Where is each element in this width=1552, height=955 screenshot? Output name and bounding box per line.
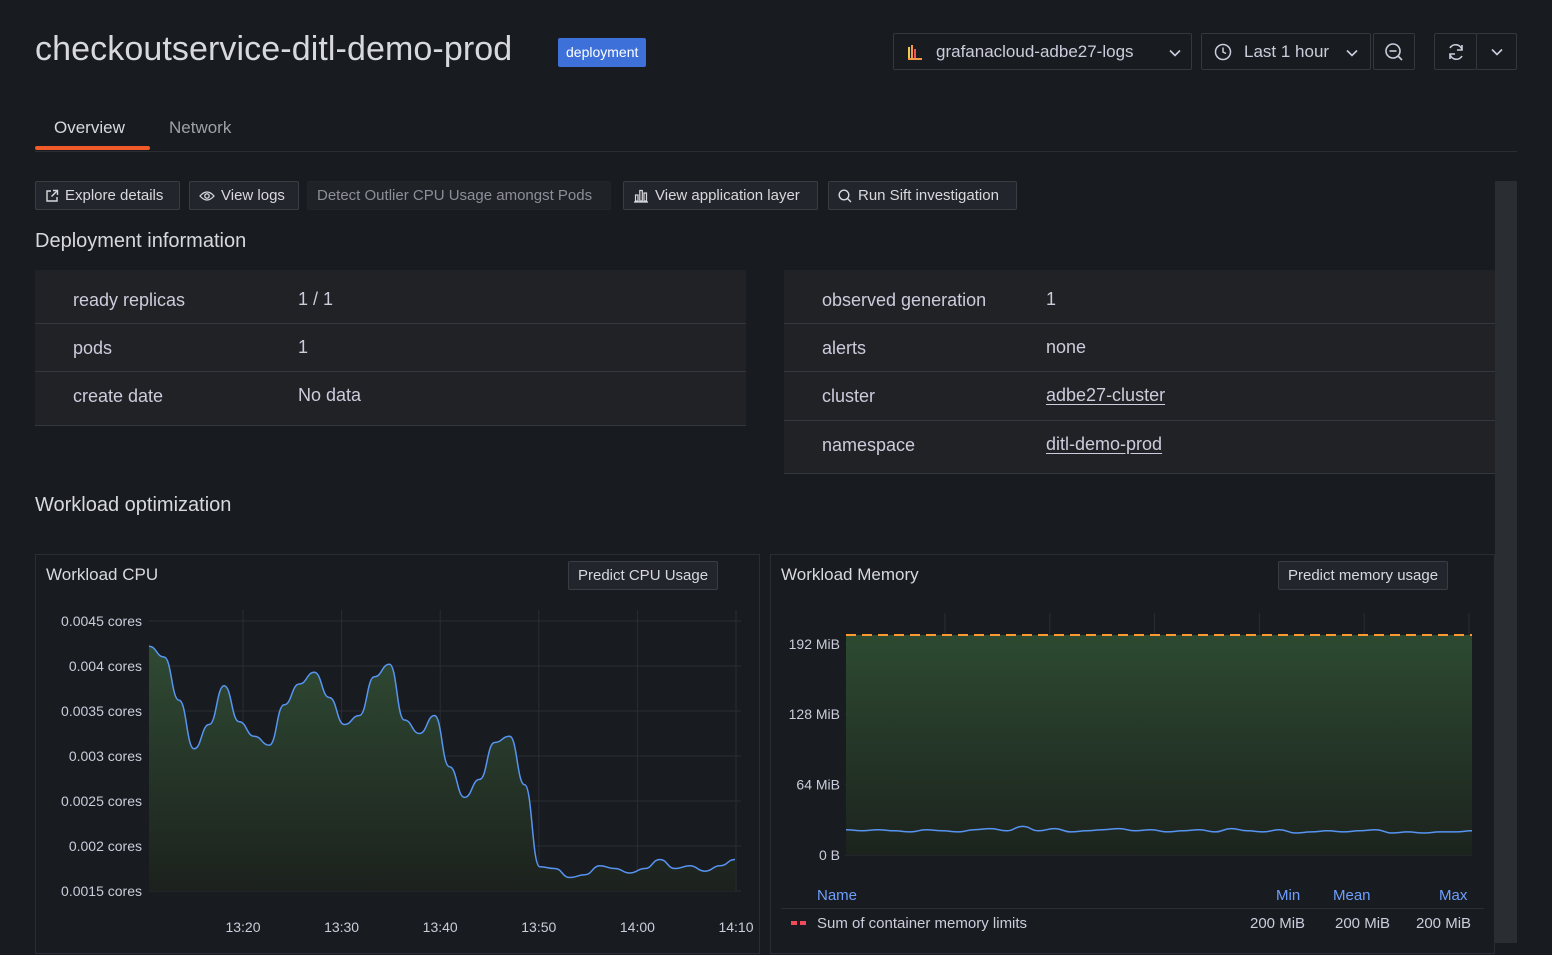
y-tick-label: 0.0045 cores <box>61 613 142 629</box>
y-tick-label: 0.0015 cores <box>61 883 142 899</box>
workload-optimization-heading: Workload optimization <box>35 494 232 516</box>
deployment-info-right-table: observed generation 1 alerts none cluste… <box>784 270 1495 474</box>
info-value: 1 <box>1046 289 1057 309</box>
y-tick-label: 0.0025 cores <box>61 793 142 809</box>
x-tick-label: 13:40 <box>423 919 458 935</box>
detect-outlier-label: Detect Outlier CPU Usage amongst Pods <box>317 187 593 204</box>
info-key: ready replicas <box>73 290 186 310</box>
view-logs-label: View logs <box>221 187 285 204</box>
info-key: create date <box>73 386 164 406</box>
refresh-button[interactable] <box>1434 33 1477 70</box>
info-value: none <box>1046 337 1087 357</box>
info-row-create-date: create date No data <box>35 372 746 426</box>
y-tick-label: 0 B <box>819 847 840 863</box>
info-row-alerts: alerts none <box>784 324 1495 372</box>
info-key: cluster <box>822 386 876 406</box>
refresh-interval-dropdown[interactable] <box>1476 33 1517 70</box>
info-key: namespace <box>822 435 916 455</box>
info-key: observed generation <box>822 290 987 310</box>
chevron-down-icon <box>1169 42 1181 62</box>
refresh-icon <box>1446 42 1466 62</box>
legend-min-value: 200 MiB <box>1250 915 1306 932</box>
x-tick-label: 13:20 <box>225 919 260 935</box>
info-row-pods: pods 1 <box>35 324 746 372</box>
datasource-picker[interactable]: grafanacloud-adbe27-logs <box>893 33 1192 70</box>
loki-logo-icon <box>906 43 924 61</box>
y-tick-label: 0.004 cores <box>69 658 142 674</box>
chevron-down-icon <box>1346 42 1358 62</box>
external-link-icon <box>46 189 59 202</box>
info-row-ready-replicas: ready replicas 1 / 1 <box>35 270 746 324</box>
x-tick-label: 13:50 <box>521 919 556 935</box>
chevron-down-icon <box>1490 48 1503 56</box>
time-range-label: Last 1 hour <box>1244 41 1330 61</box>
zoom-out-icon <box>1384 42 1404 62</box>
tab-overview[interactable]: Overview <box>54 118 125 138</box>
legend-header-mean[interactable]: Mean <box>1333 887 1371 904</box>
zoom-out-button[interactable] <box>1373 33 1415 70</box>
info-value: No data <box>298 385 362 405</box>
clock-icon <box>1214 43 1232 61</box>
namespace-link[interactable]: ditl-demo-prod <box>1046 434 1162 455</box>
search-icon <box>838 188 852 202</box>
workload-memory-panel: Workload Memory Predict memory usage 0 B… <box>770 554 1495 954</box>
cpu-chart: 0.0015 cores 0.002 cores 0.0025 cores 0.003… <box>61 610 754 935</box>
explore-details-label: Explore details <box>65 187 164 204</box>
legend-header-min[interactable]: Min <box>1276 887 1300 904</box>
legend-series-name: Sum of container memory limits <box>817 915 1028 932</box>
info-row-namespace: namespace ditl-demo-prod <box>784 421 1495 474</box>
x-tick-label: 14:00 <box>1347 864 1382 865</box>
tab-network[interactable]: Network <box>169 118 231 138</box>
deployment-info-left-table: ready replicas 1 / 1 pods 1 create date … <box>35 270 746 426</box>
info-key: alerts <box>822 338 867 358</box>
workload-cpu-panel: Workload CPU Predict CPU Usage 0.0015 co… <box>35 554 760 954</box>
eye-icon <box>199 190 215 201</box>
x-tick-label: 13:30 <box>1032 864 1067 865</box>
y-tick-label: 64 MiB <box>796 777 840 793</box>
explore-details-button[interactable]: Explore details <box>35 181 180 210</box>
page-scrollbar[interactable] <box>1495 181 1517 943</box>
limit-area-fill <box>846 635 1472 855</box>
x-tick-label: 13:30 <box>324 919 359 935</box>
memory-chart: 0 B 64 MiB 128 MiB 192 MiB 13:20 13:30 13:40 13… <box>789 613 1487 865</box>
y-tick-label: 128 MiB <box>789 706 840 722</box>
legend-dashed-swatch <box>791 921 806 925</box>
x-tick-label: 14:10 <box>718 919 753 935</box>
legend-max-value: 200 MiB <box>1416 915 1472 932</box>
page-title: checkoutservice-ditl-demo-prod <box>35 30 513 68</box>
view-application-layer-button[interactable]: View application layer <box>623 181 818 210</box>
bar-chart-icon <box>634 189 648 203</box>
y-tick-label: 192 MiB <box>789 636 840 652</box>
deployment-information-heading: Deployment information <box>35 230 247 252</box>
legend-mean-value: 200 MiB <box>1335 915 1391 932</box>
info-value: 1 / 1 <box>298 289 334 309</box>
info-key: pods <box>73 338 113 358</box>
x-tick-label: 13:50 <box>1242 864 1277 865</box>
x-tick-label: 13:40 <box>1137 864 1172 865</box>
x-tick-label: 14:10 <box>1451 864 1486 865</box>
tabs-divider <box>35 151 1517 152</box>
info-value: 1 <box>298 337 309 357</box>
run-sift-label: Run Sift investigation <box>858 187 999 204</box>
x-tick-label: 14:00 <box>620 919 655 935</box>
legend-header-name[interactable]: Name <box>817 887 857 904</box>
x-tick-label: 13:20 <box>927 864 962 865</box>
detect-outlier-cpu-button[interactable]: Detect Outlier CPU Usage amongst Pods <box>307 181 611 210</box>
view-application-layer-label: View application layer <box>655 187 800 204</box>
info-row-observed-generation: observed generation 1 <box>784 270 1495 324</box>
run-sift-investigation-button[interactable]: Run Sift investigation <box>828 181 1017 210</box>
y-tick-label: 0.003 cores <box>69 748 142 764</box>
datasource-label: grafanacloud-adbe27-logs <box>936 41 1134 61</box>
legend-header-max[interactable]: Max <box>1439 887 1467 904</box>
y-tick-label: 0.0035 cores <box>61 703 142 719</box>
cluster-link[interactable]: adbe27-cluster <box>1046 385 1165 406</box>
series-area <box>149 646 735 891</box>
active-tab-indicator <box>35 146 150 150</box>
view-logs-button[interactable]: View logs <box>189 181 299 210</box>
legend-row[interactable]: Sum of container memory limits 200 MiB 2… <box>781 909 1484 937</box>
info-row-cluster: cluster adbe27-cluster <box>784 372 1495 421</box>
y-tick-label: 0.002 cores <box>69 838 142 854</box>
time-range-picker[interactable]: Last 1 hour <box>1201 33 1371 70</box>
type-badge: deployment <box>558 38 647 67</box>
